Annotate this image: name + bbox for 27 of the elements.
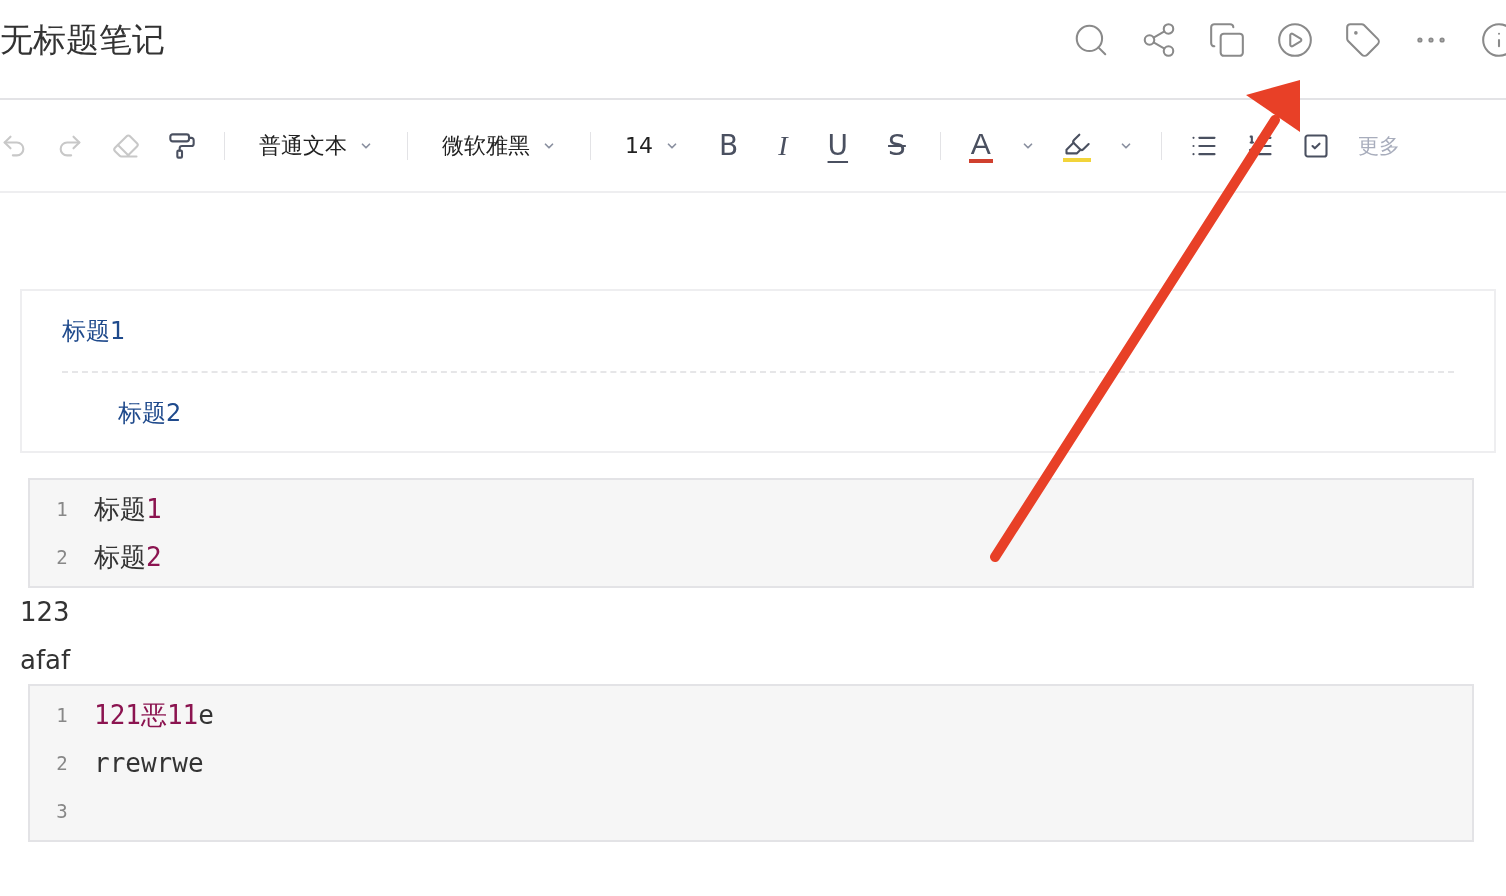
- font-size-dropdown[interactable]: 14: [619, 133, 685, 158]
- checkbox-icon[interactable]: [1301, 131, 1330, 160]
- line-number: 1: [55, 704, 69, 726]
- copy-icon[interactable]: [1208, 21, 1246, 59]
- line-number: 3: [55, 800, 69, 822]
- font-color-button[interactable]: A: [968, 128, 993, 163]
- toc-link[interactable]: 标题2: [62, 393, 1454, 433]
- strike-button[interactable]: S: [882, 129, 912, 162]
- line-number: 2: [55, 752, 69, 774]
- code-line: 标题1: [94, 492, 162, 526]
- italic-button[interactable]: I: [772, 129, 794, 162]
- code-line: rrewrwe: [94, 748, 204, 778]
- tag-icon[interactable]: [1344, 21, 1382, 59]
- bold-button[interactable]: B: [713, 129, 745, 162]
- underline-button[interactable]: U: [821, 129, 855, 162]
- line-number: 2: [55, 546, 69, 568]
- paragraph-text: afaf: [20, 644, 72, 677]
- paragraph-style-dropdown[interactable]: 普通文本: [253, 130, 379, 161]
- paint-roller-icon[interactable]: [168, 131, 196, 160]
- toc-link[interactable]: 标题1: [62, 311, 1454, 351]
- play-icon[interactable]: [1276, 21, 1314, 59]
- code-line: 标题2: [94, 540, 162, 574]
- font-dropdown[interactable]: 微软雅黑: [436, 130, 562, 161]
- note-title: 无标题笔记: [0, 18, 165, 61]
- line-number: 1: [55, 498, 69, 520]
- code-line: 121恶11e: [94, 698, 214, 732]
- paragraph-text: 123: [20, 596, 71, 629]
